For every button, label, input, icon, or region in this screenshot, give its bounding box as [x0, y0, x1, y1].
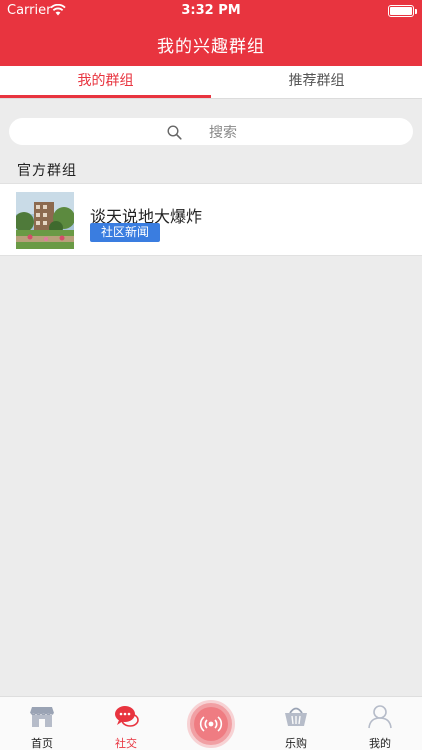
tabbar-item-home[interactable]: 首页	[0, 697, 84, 750]
tabbar-label-shop: 乐购	[285, 737, 307, 750]
search-icon	[167, 125, 182, 140]
chat-bubbles-icon	[115, 706, 139, 727]
person-icon	[368, 705, 392, 729]
app-header: Carrier 3:32 PM 我的兴趣群组	[0, 0, 422, 66]
section-heading-official-groups: 官方群组	[17, 163, 77, 179]
group-avatar	[16, 192, 74, 249]
search-input[interactable]: 搜索	[9, 118, 413, 145]
tabbar-item-me[interactable]: 我的	[338, 697, 422, 750]
broadcast-button[interactable]	[187, 700, 235, 748]
search-placeholder: 搜索	[209, 125, 237, 141]
tab-my-groups[interactable]: 我的群组	[0, 66, 211, 98]
clock: 3:32 PM	[181, 3, 241, 18]
tabbar-label-social: 社交	[115, 737, 137, 750]
basket-icon	[285, 707, 307, 726]
active-tab-indicator	[0, 95, 211, 98]
group-row[interactable]: 谈天说地大爆炸 社区新闻	[0, 183, 422, 256]
tabbar-label-me: 我的	[369, 737, 391, 750]
page-title: 我的兴趣群组	[157, 37, 265, 57]
segment-tabs: 我的群组 推荐群组	[0, 66, 422, 99]
tabbar-item-social[interactable]: 社交	[84, 697, 168, 750]
tabbar-item-shop[interactable]: 乐购	[254, 697, 338, 750]
storefront-icon	[30, 707, 54, 727]
group-category-badge: 社区新闻	[90, 223, 160, 242]
tab-recommended-groups[interactable]: 推荐群组	[211, 66, 422, 98]
battery-icon	[388, 5, 417, 17]
tabbar-label-home: 首页	[31, 737, 53, 750]
broadcast-icon	[199, 716, 223, 732]
status-bar: Carrier 3:32 PM	[0, 0, 422, 22]
